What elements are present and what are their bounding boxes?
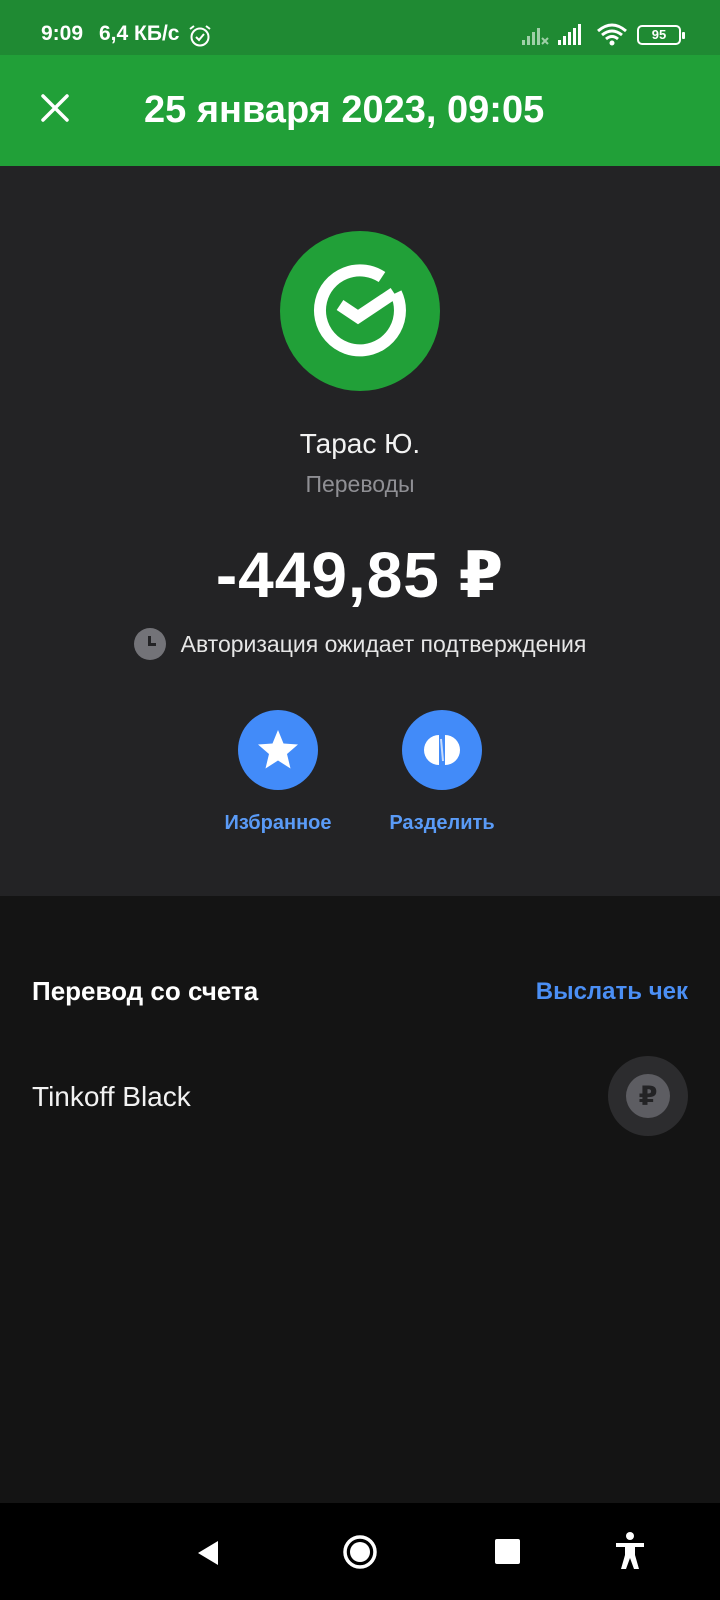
status-text: Авторизация ожидает подтверждения [180,630,587,657]
split-circle[interactable] [402,710,482,790]
battery-level: 95 [651,27,667,42]
status-bar: 9:09 6,4 КБ/с 95 [0,0,720,55]
back-icon[interactable] [190,1533,230,1573]
close-icon [41,94,69,122]
signal-sim2-icon [558,24,581,45]
merchant-name: Тарас Ю. [299,428,421,459]
account-currency-icon[interactable]: ₽ [608,1056,688,1136]
header: 25 января 2023, 09:05 [0,55,720,166]
favorite-label[interactable]: Избранное [203,812,353,835]
account-name[interactable]: Tinkoff Black [32,1081,191,1113]
transaction-card: Тарас Ю. Переводы -449,85 ₽ Авторизация … [0,166,720,896]
battery-icon: 95 [637,25,685,45]
wifi-icon [597,23,627,46]
sber-logo-icon [314,264,406,357]
alarm-icon [189,25,211,47]
star-icon [258,730,298,769]
accessibility-icon[interactable] [612,1531,648,1571]
send-receipt-link[interactable]: Выслать чек [536,978,688,1006]
page-title: 25 января 2023, 09:05 [144,89,545,131]
transaction-status: Авторизация ожидает подтверждения [0,628,720,660]
transaction-category: Переводы [305,471,415,497]
section-title: Перевод со счета [32,976,259,1006]
signal-sim1-icon [522,28,549,45]
split-button[interactable]: Разделить [367,710,517,835]
favorite-circle[interactable] [238,710,318,790]
status-network-speed: 6,4 КБ/с [99,22,180,45]
navigation-bar [0,1503,720,1600]
merchant-logo [280,231,440,391]
close-button[interactable] [28,81,82,135]
transaction-amount: -449,85 ₽ [215,539,505,611]
clock-icon [133,628,166,660]
ruble-icon: ₽ [626,1074,670,1118]
recents-icon[interactable] [495,1539,520,1564]
favorite-button[interactable]: Избранное [203,710,353,835]
status-time: 9:09 [41,22,84,45]
split-label[interactable]: Разделить [367,812,517,835]
home-icon[interactable] [340,1532,380,1572]
split-icon [424,735,460,765]
